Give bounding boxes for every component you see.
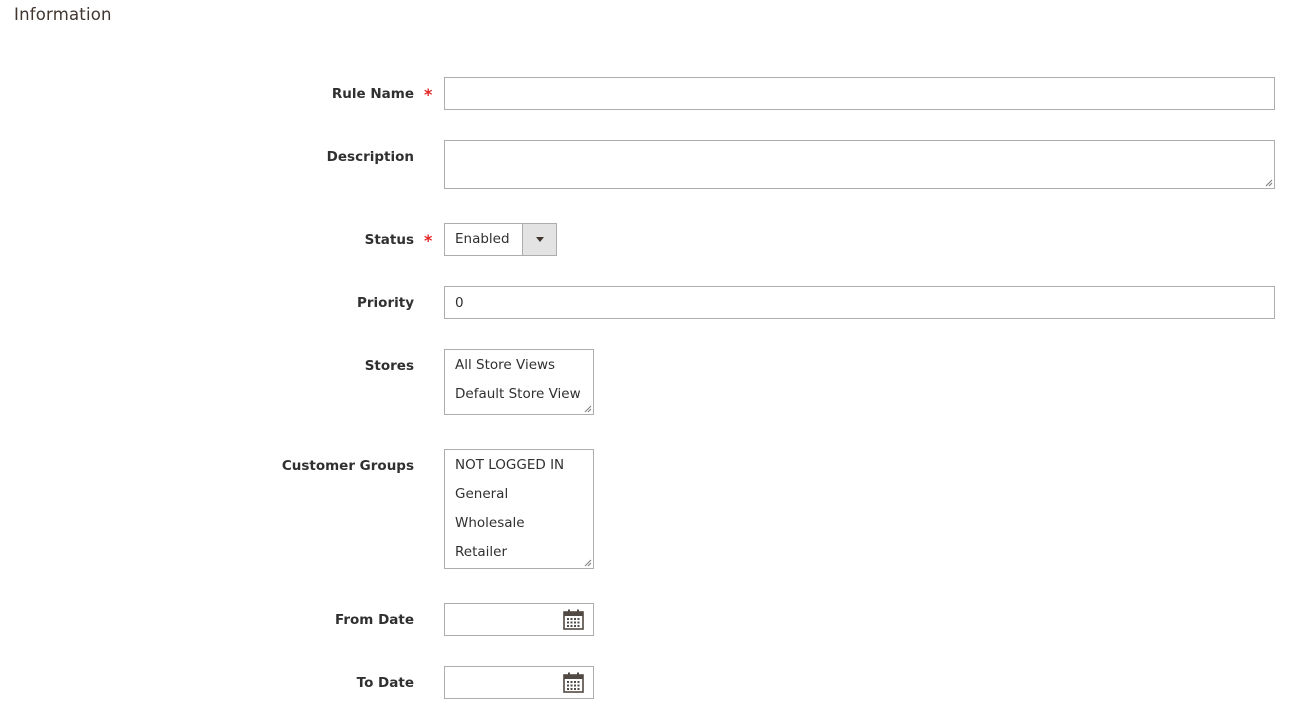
- status-required-mark: *: [424, 231, 433, 250]
- stores-label: Stores: [364, 358, 414, 374]
- status-label: Status: [364, 232, 414, 248]
- customer-group-option-retailer[interactable]: Retailer: [455, 543, 507, 561]
- resize-grip-icon[interactable]: [583, 404, 592, 413]
- resize-grip-icon[interactable]: [1264, 178, 1273, 187]
- chevron-down-icon: [536, 237, 544, 242]
- rule-name-required-mark: *: [424, 85, 433, 104]
- calendar-icon[interactable]: [563, 609, 584, 630]
- description-textarea[interactable]: [444, 140, 1275, 189]
- from-date-input[interactable]: [444, 603, 594, 636]
- rule-name-input[interactable]: [444, 77, 1275, 110]
- rule-name-label: Rule Name: [331, 86, 414, 102]
- status-dropdown-button[interactable]: [522, 224, 556, 255]
- to-date-label: To Date: [356, 675, 414, 691]
- status-selected-value: Enabled: [455, 231, 510, 247]
- to-date-input[interactable]: [444, 666, 594, 699]
- priority-label: Priority: [357, 295, 414, 311]
- priority-input[interactable]: [444, 286, 1275, 319]
- status-select[interactable]: Enabled: [444, 223, 557, 256]
- resize-grip-icon[interactable]: [583, 558, 592, 567]
- from-date-label: From Date: [335, 612, 414, 628]
- customer-group-option-general[interactable]: General: [455, 485, 508, 503]
- customer-groups-label: Customer Groups: [281, 458, 414, 474]
- customer-group-option-wholesale[interactable]: Wholesale: [455, 514, 525, 532]
- customer-groups-multiselect[interactable]: NOT LOGGED IN General Wholesale Retailer: [444, 449, 594, 569]
- customer-group-option-not-logged-in[interactable]: NOT LOGGED IN: [455, 456, 564, 474]
- description-label: Description: [326, 149, 414, 165]
- calendar-icon[interactable]: [563, 672, 584, 693]
- stores-option-all-store-views[interactable]: All Store Views: [455, 356, 555, 374]
- stores-option-default-store-view[interactable]: Default Store View: [455, 385, 581, 403]
- section-title: Information: [14, 5, 112, 24]
- stores-multiselect[interactable]: All Store Views Default Store View: [444, 349, 594, 415]
